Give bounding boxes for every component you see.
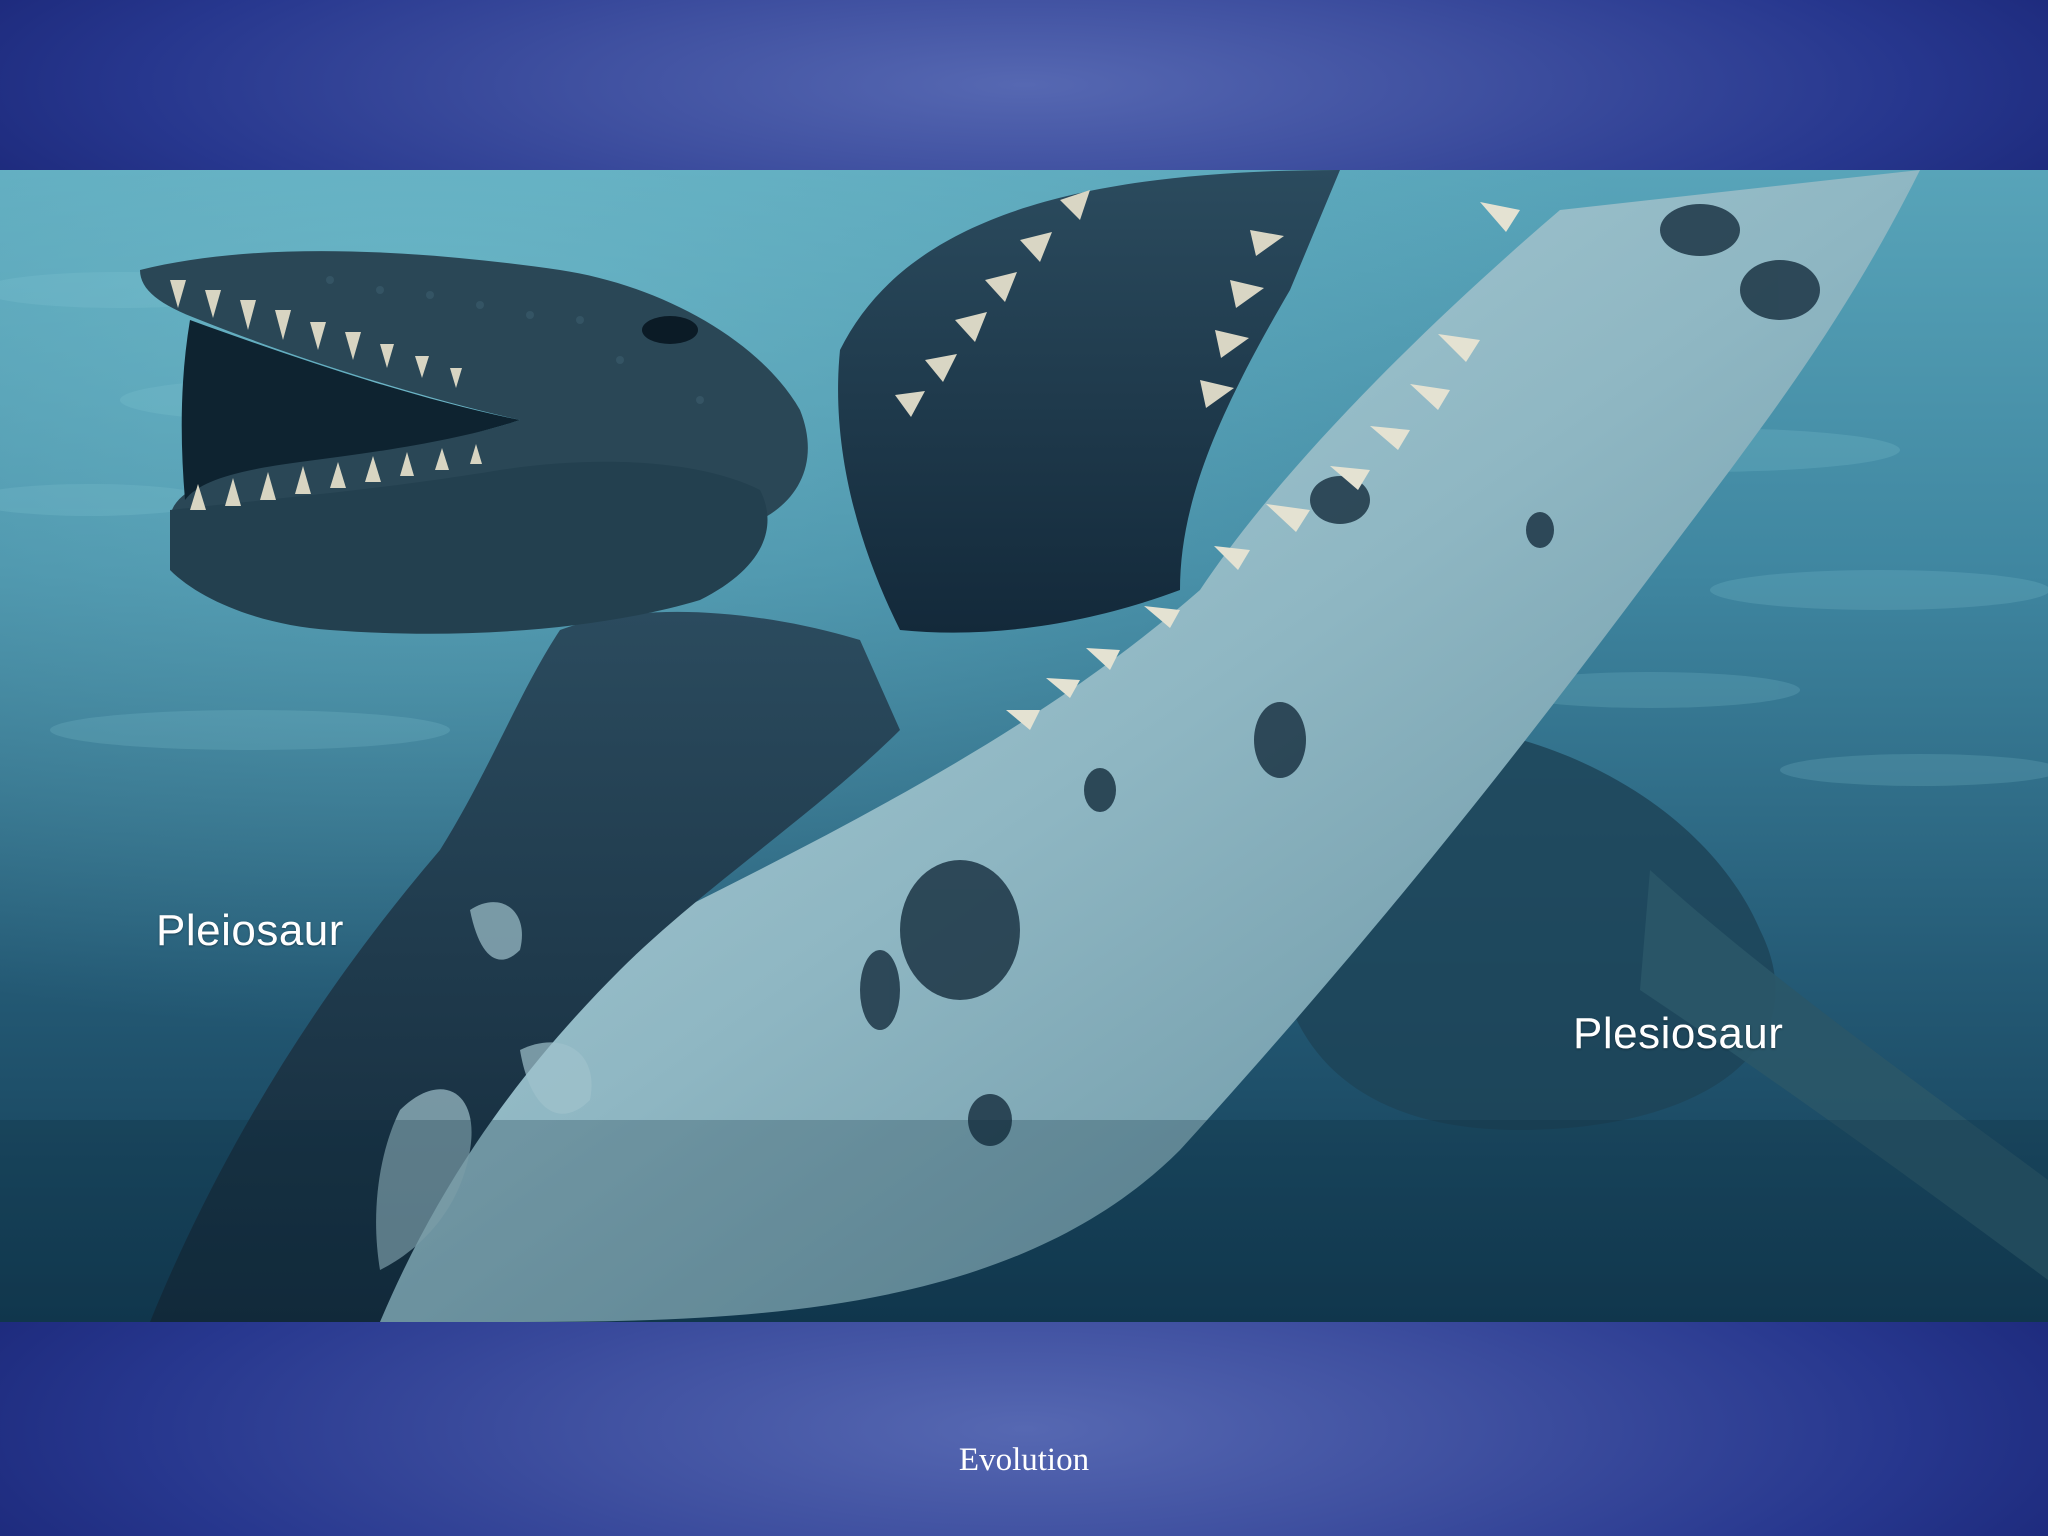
slide: Pleiosaur Plesiosaur Evolution (0, 0, 2048, 1536)
plesiosaur-label: Plesiosaur (1573, 1009, 1784, 1058)
underwater-photo (0, 170, 2048, 1322)
top-band (0, 0, 2048, 170)
slide-footer: Evolution (958, 1442, 1090, 1478)
pleiosaur-label: Pleiosaur (156, 906, 344, 955)
bottom-band (0, 1322, 2048, 1536)
photo-illustration (0, 170, 2048, 1322)
